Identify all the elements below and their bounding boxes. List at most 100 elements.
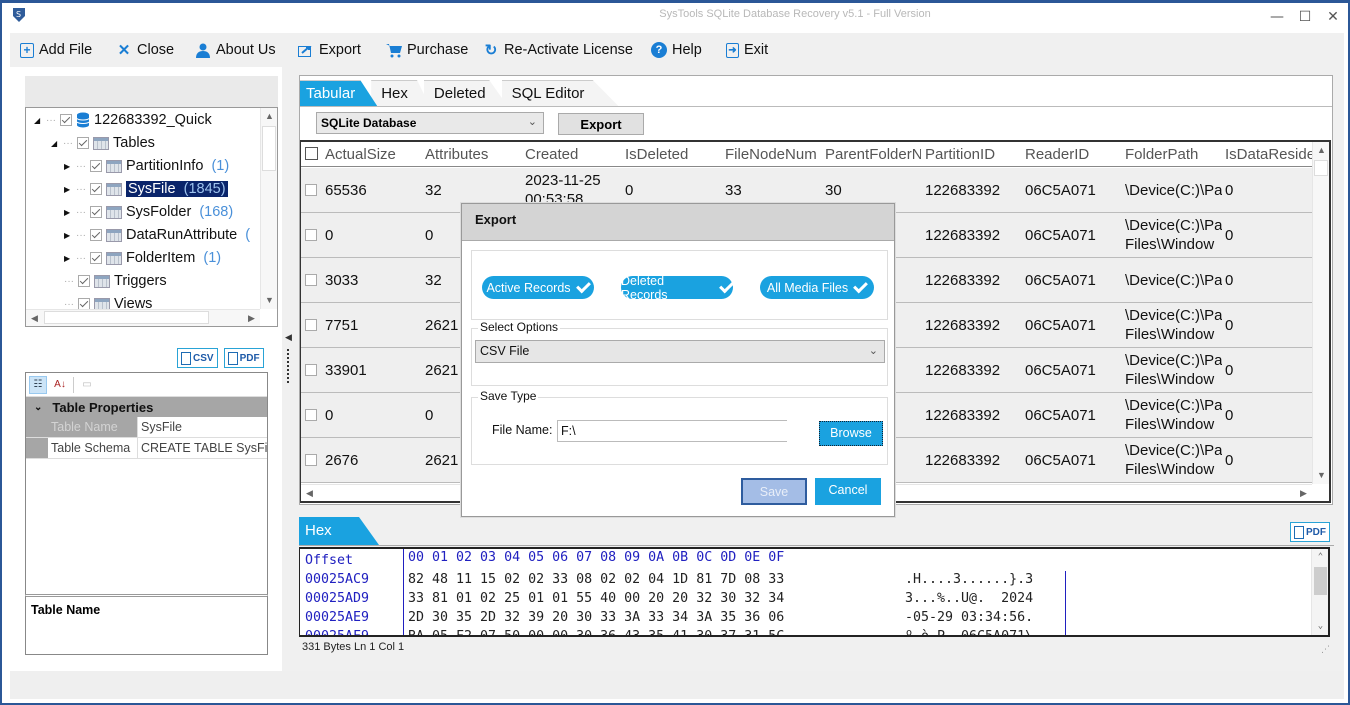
row-checkbox[interactable] bbox=[305, 274, 317, 286]
tree-node-table[interactable]: ▶ ··· FolderItem (1) bbox=[64, 247, 221, 269]
deleted-records-toggle[interactable]: Deleted Records bbox=[621, 274, 734, 302]
tab-tabular[interactable]: Tabular bbox=[300, 80, 378, 106]
export-pdf-button[interactable]: PDF bbox=[223, 348, 264, 368]
row-checkbox[interactable] bbox=[305, 454, 317, 466]
purchase-button[interactable]: Purchase bbox=[386, 39, 468, 61]
grid-vertical-scrollbar[interactable]: ▲ ▼ bbox=[1312, 142, 1329, 484]
hex-export-pdf-button[interactable]: PDF bbox=[1290, 522, 1330, 542]
select-all-checkbox[interactable] bbox=[305, 147, 318, 160]
tab-hex[interactable]: Hex bbox=[371, 80, 430, 106]
collapse-icon[interactable]: ◢ bbox=[34, 116, 42, 125]
export-csv-button[interactable]: CSV bbox=[177, 348, 218, 368]
save-button[interactable]: Save bbox=[741, 478, 807, 505]
export-format-select[interactable]: CSV File ⌄ bbox=[475, 340, 885, 363]
cancel-button[interactable]: Cancel bbox=[815, 478, 881, 505]
close-button[interactable]: ✕ Close bbox=[116, 39, 174, 61]
scroll-up-icon[interactable]: ▲ bbox=[261, 108, 277, 125]
tree-horizontal-scrollbar[interactable]: ◀ ▶ bbox=[26, 309, 260, 326]
column-header[interactable]: FileNodeNum bbox=[725, 146, 823, 163]
scroll-right-icon[interactable]: ▶ bbox=[243, 310, 260, 326]
add-file-button[interactable]: + Add File bbox=[20, 39, 92, 61]
collapse-left-icon[interactable]: ◀ bbox=[285, 333, 292, 343]
close-window-button[interactable]: ✕ bbox=[1320, 6, 1346, 28]
tree-node-table[interactable]: ▶ ··· DataRunAttribute ( bbox=[64, 224, 250, 246]
tab-sql-editor[interactable]: SQL Editor bbox=[501, 80, 619, 106]
column-header[interactable]: IsDeleted bbox=[625, 146, 721, 163]
property-row[interactable]: Table Name SysFile bbox=[26, 417, 267, 438]
tree-checkbox[interactable] bbox=[90, 206, 102, 218]
scroll-left-icon[interactable]: ◀ bbox=[26, 310, 43, 326]
splitter-grip[interactable] bbox=[287, 349, 289, 383]
hex-panel-tab[interactable]: Hex bbox=[299, 517, 379, 545]
scroll-down-icon[interactable]: ▼ bbox=[261, 292, 277, 309]
row-checkbox[interactable] bbox=[305, 319, 317, 331]
reactivate-license-button[interactable]: ↻ Re-Activate License bbox=[483, 39, 633, 61]
tree-checkbox[interactable] bbox=[78, 275, 90, 287]
database-type-select[interactable]: SQLite Database ⌄ bbox=[316, 112, 544, 134]
column-header[interactable]: ReaderID bbox=[1025, 146, 1121, 163]
exit-button[interactable]: ➜ Exit bbox=[726, 39, 768, 61]
tree-node-tables[interactable]: ◢ ··· Tables bbox=[51, 132, 155, 154]
file-name-input[interactable]: F:\ bbox=[557, 420, 787, 442]
row-checkbox[interactable] bbox=[305, 364, 317, 376]
scroll-right-icon[interactable]: ▶ bbox=[1295, 485, 1312, 501]
sort-alphabetical-icon[interactable]: A↓ bbox=[51, 376, 69, 394]
row-checkbox[interactable] bbox=[305, 409, 317, 421]
scroll-down-icon[interactable]: ⌄ bbox=[1312, 618, 1328, 635]
expand-icon[interactable]: ▶ bbox=[64, 231, 72, 240]
collapse-icon[interactable]: ◢ bbox=[51, 139, 59, 148]
tree-checkbox[interactable] bbox=[90, 252, 102, 264]
column-header[interactable]: FolderPath bbox=[1125, 146, 1221, 163]
column-header[interactable]: Created bbox=[525, 146, 621, 163]
tree-checkbox[interactable] bbox=[90, 183, 102, 195]
tree-node-table[interactable]: ▶ ··· SysFile (1845) bbox=[64, 178, 228, 200]
tree-node-table[interactable]: ▶ ··· SysFolder (168) bbox=[64, 201, 233, 223]
tree-node-triggers[interactable]: ··· Triggers bbox=[64, 270, 167, 292]
expand-icon[interactable]: ▶ bbox=[64, 208, 72, 217]
tree-checkbox[interactable] bbox=[90, 229, 102, 241]
tree-checkbox[interactable] bbox=[90, 160, 102, 172]
column-header[interactable]: PartitionID bbox=[925, 146, 1021, 163]
tree-checkbox[interactable] bbox=[60, 114, 72, 126]
expand-icon[interactable]: ▶ bbox=[64, 185, 72, 194]
column-header[interactable]: Attributes bbox=[425, 146, 521, 163]
all-media-files-toggle[interactable]: All Media Files bbox=[760, 276, 874, 299]
help-button[interactable]: ? Help bbox=[651, 39, 702, 61]
tree-vertical-scrollbar[interactable]: ▲ ▼ bbox=[260, 108, 277, 309]
expand-icon[interactable]: ▶ bbox=[64, 162, 72, 171]
scroll-up-icon[interactable]: ⌃ bbox=[1312, 549, 1328, 566]
categorized-view-icon[interactable]: ☷ bbox=[29, 375, 47, 394]
maximize-button[interactable]: ☐ bbox=[1292, 6, 1318, 28]
minimize-button[interactable]: — bbox=[1264, 6, 1290, 28]
hex-viewer[interactable]: Offset 00 01 02 03 04 05 06 07 08 09 0A … bbox=[299, 547, 1330, 637]
resize-grip-icon[interactable]: ⋰ bbox=[1321, 645, 1330, 655]
active-records-toggle[interactable]: Active Records bbox=[482, 276, 594, 299]
scroll-thumb[interactable] bbox=[1314, 160, 1328, 176]
about-us-button[interactable]: About Us bbox=[195, 39, 276, 61]
browse-button[interactable]: Browse bbox=[819, 421, 883, 446]
tree-node-root[interactable]: ◢ ··· 122683392_Quick bbox=[34, 109, 212, 131]
scroll-down-icon[interactable]: ▼ bbox=[1313, 467, 1329, 484]
tree-node-table[interactable]: ▶ ··· PartitionInfo (1) bbox=[64, 155, 229, 177]
scroll-thumb[interactable] bbox=[262, 126, 276, 171]
row-checkbox[interactable] bbox=[305, 184, 317, 196]
scroll-left-icon[interactable]: ◀ bbox=[301, 485, 318, 501]
column-header[interactable]: IsDataReside bbox=[1225, 146, 1315, 163]
chevron-down-icon[interactable]: ⌄ bbox=[34, 402, 42, 413]
tree-checkbox[interactable] bbox=[77, 137, 89, 149]
expand-icon[interactable]: ▶ bbox=[64, 254, 72, 263]
scroll-up-icon[interactable]: ▲ bbox=[1313, 142, 1329, 159]
column-header[interactable]: ActualSize bbox=[325, 146, 421, 163]
export-button[interactable]: Export bbox=[298, 39, 361, 61]
tab-deleted[interactable]: Deleted bbox=[423, 80, 508, 106]
scroll-thumb[interactable] bbox=[1314, 567, 1327, 595]
table-icon bbox=[106, 182, 122, 196]
property-category[interactable]: ⌄ Table Properties bbox=[26, 397, 267, 417]
scroll-thumb[interactable] bbox=[44, 311, 209, 324]
pane-splitter[interactable]: ◀ bbox=[282, 67, 296, 671]
property-row[interactable]: Table Schema CREATE TABLE SysFile bbox=[26, 438, 267, 459]
column-header[interactable]: ParentFolderN bbox=[825, 146, 921, 163]
grid-export-button[interactable]: Export bbox=[558, 113, 644, 135]
hex-vertical-scrollbar[interactable]: ⌃ ⌄ bbox=[1311, 549, 1328, 635]
row-checkbox[interactable] bbox=[305, 229, 317, 241]
